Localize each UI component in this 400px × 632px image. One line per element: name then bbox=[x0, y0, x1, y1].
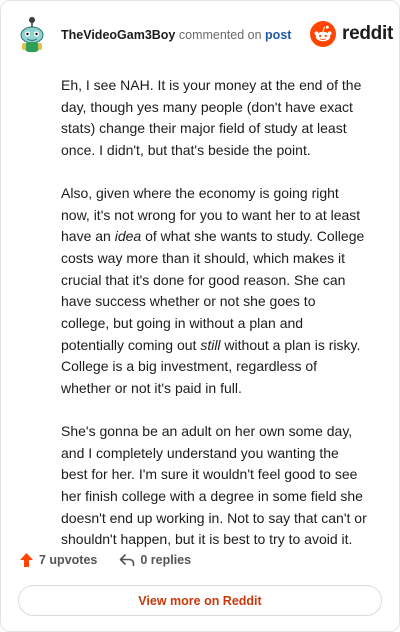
comment-header: TheVideoGam3Boy commented on post reddit bbox=[1, 1, 399, 65]
comment-card: TheVideoGam3Boy commented on post reddit… bbox=[0, 0, 400, 632]
comment-body: Eh, I see NAH. It is your money at the e… bbox=[61, 75, 367, 572]
comment-paragraph: Also, given where the economy is going r… bbox=[61, 183, 367, 400]
reply-button[interactable]: 0 replies bbox=[119, 553, 191, 567]
comment-paragraph: She's gonna be an adult on her own some … bbox=[61, 421, 367, 551]
upvote-button[interactable]: 7 upvotes bbox=[19, 552, 97, 568]
comment-footer: 7 upvotes 0 replies bbox=[19, 550, 191, 570]
upvote-arrow-icon bbox=[20, 553, 33, 567]
comment-paragraph: Eh, I see NAH. It is your money at the e… bbox=[61, 75, 367, 162]
reddit-wordmark: reddit bbox=[342, 23, 393, 44]
byline: TheVideoGam3Boy commented on post bbox=[61, 27, 291, 43]
snoo-avatar-icon[interactable] bbox=[16, 15, 48, 55]
post-link[interactable]: post bbox=[265, 28, 291, 42]
reddit-logo[interactable]: reddit bbox=[310, 21, 393, 47]
comment-text: Eh, I see NAH. It is your money at the e… bbox=[61, 77, 362, 159]
reddit-logo-icon bbox=[310, 21, 336, 47]
emphasized-text: idea bbox=[114, 228, 142, 245]
comment-text: She's gonna be an adult on her own some … bbox=[61, 422, 367, 548]
commented-on-text: commented on bbox=[178, 28, 262, 42]
reply-arrow-icon bbox=[120, 554, 135, 567]
emphasized-text: still bbox=[200, 336, 221, 353]
view-more-button[interactable]: View more on Reddit bbox=[18, 585, 382, 616]
upvote-count: 7 upvotes bbox=[39, 553, 98, 567]
comment-text: of what she wants to study. College cost… bbox=[61, 228, 365, 353]
reply-count: 0 replies bbox=[140, 553, 192, 567]
username-link[interactable]: TheVideoGam3Boy bbox=[61, 28, 175, 42]
